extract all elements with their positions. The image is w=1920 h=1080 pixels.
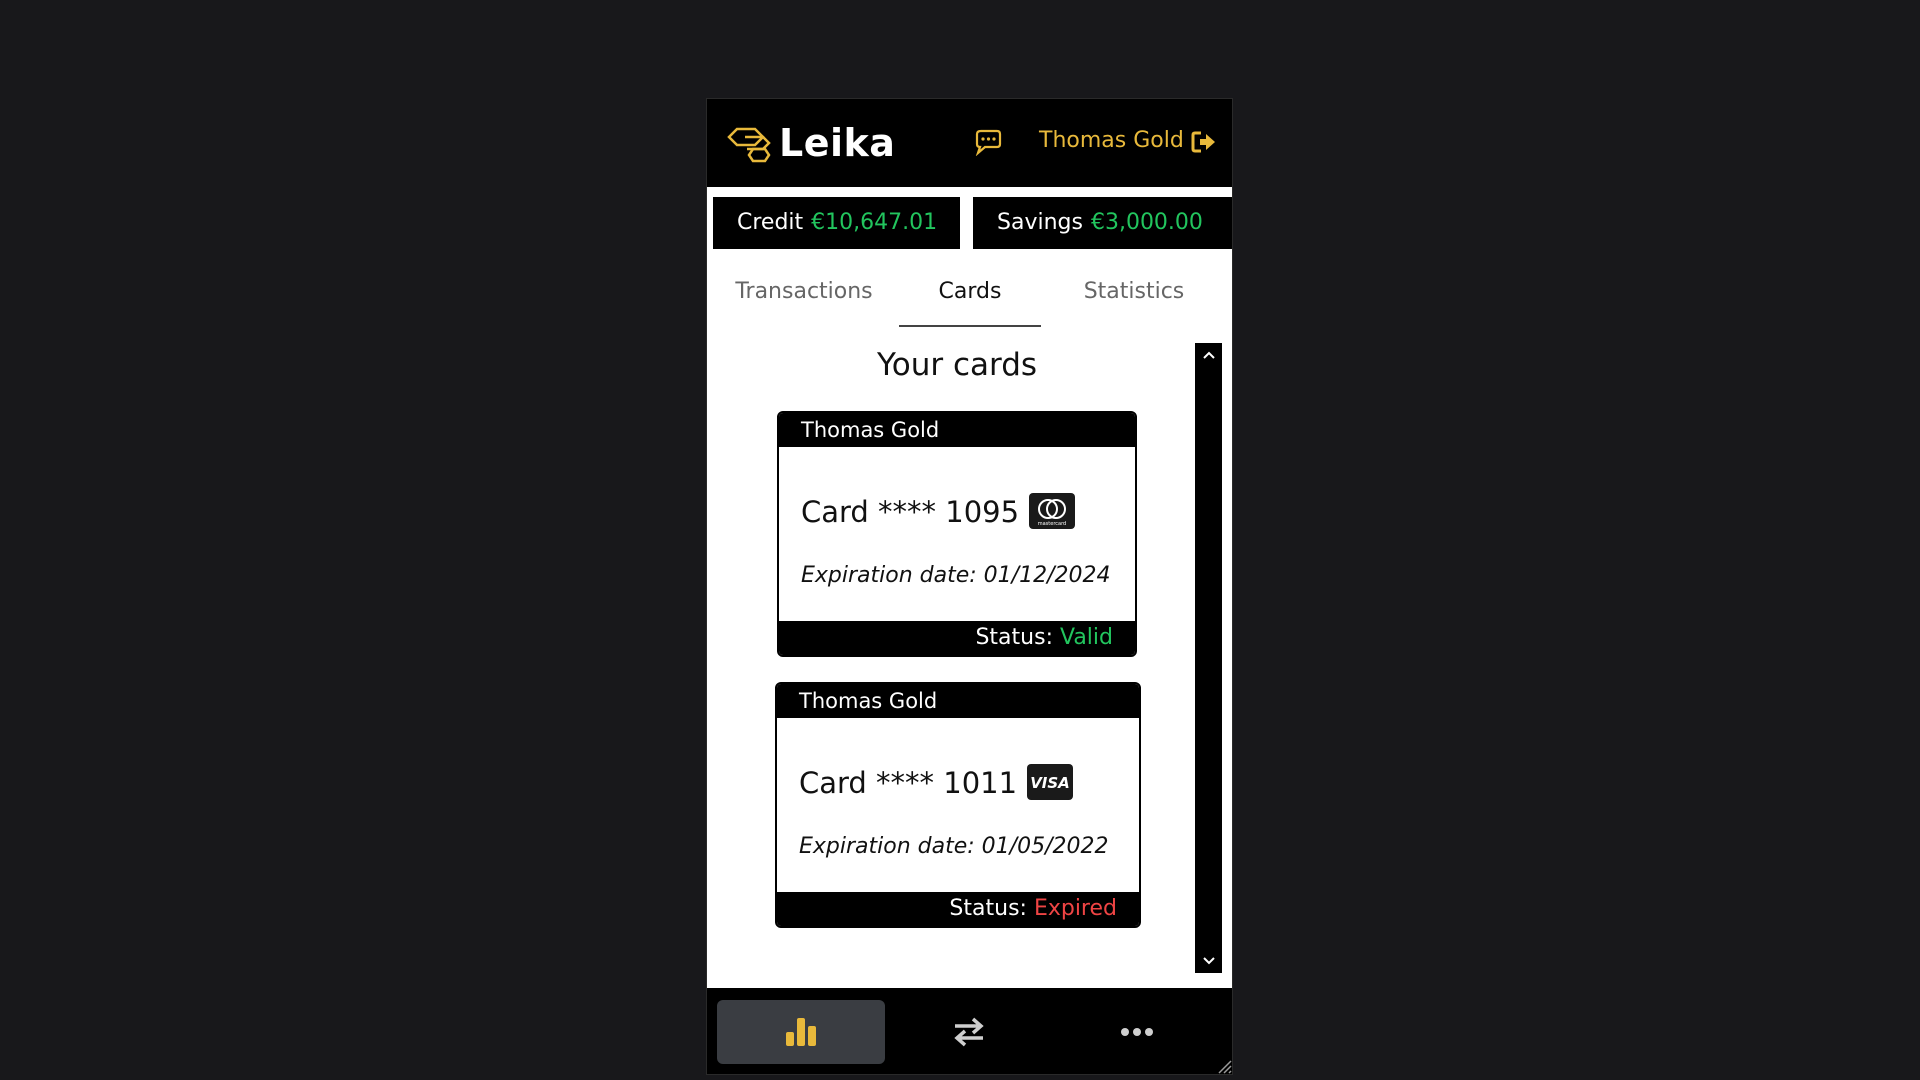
- card-holder: Thomas Gold: [777, 684, 1139, 718]
- card-number: Card **** 1095 mastercard: [801, 493, 1076, 532]
- app-name: Leika: [779, 121, 896, 165]
- credit-amount: €10,647.01: [811, 210, 938, 235]
- card-number-text: Card **** 1095: [801, 495, 1020, 529]
- card-status-label: Status:: [949, 896, 1027, 921]
- nav-statistics-button[interactable]: [717, 1000, 885, 1064]
- credit-balance: Credit €10,647.01: [713, 197, 960, 249]
- visa-icon: VISA: [1027, 764, 1074, 800]
- card-status-value: Expired: [1033, 896, 1117, 921]
- resize-grip-icon[interactable]: [1214, 1056, 1232, 1074]
- tab-transactions[interactable]: Transactions: [719, 279, 889, 327]
- card-number: Card **** 1011 VISA: [799, 764, 1074, 803]
- card-item[interactable]: Thomas Gold Card **** 1011 VISA Expiratio…: [775, 682, 1141, 928]
- app-header: Leika Thomas Gold: [707, 99, 1232, 187]
- savings-balance: Savings €3,000.00: [973, 197, 1232, 249]
- app-window: Leika Thomas Gold Credit €10,647.01 Savin…: [706, 98, 1233, 1075]
- card-status-value: Valid: [1059, 625, 1113, 650]
- bottom-nav: [707, 988, 1232, 1074]
- card-brand-text: VISA: [1030, 774, 1070, 792]
- card-expiration: Expiration date: 01/12/2024: [801, 563, 1111, 588]
- card-number-text: Card **** 1011: [799, 766, 1018, 800]
- scroll-down-icon[interactable]: [1195, 951, 1222, 971]
- mastercard-icon: mastercard: [1029, 493, 1076, 529]
- user-name-link[interactable]: Thomas Gold: [1039, 128, 1184, 153]
- section-title: Your cards: [876, 347, 1038, 383]
- card-holder: Thomas Gold: [779, 413, 1135, 447]
- tab-cards[interactable]: Cards: [899, 279, 1041, 327]
- nav-transfer-button[interactable]: [885, 1000, 1053, 1064]
- credit-label: Credit: [737, 210, 804, 235]
- card-status: Status: Expired: [777, 892, 1139, 926]
- logout-icon[interactable]: [1191, 130, 1217, 154]
- transfer-arrows-icon: [954, 1017, 984, 1047]
- card-expiration: Expiration date: 01/05/2022: [799, 834, 1109, 859]
- savings-label: Savings: [997, 210, 1083, 235]
- cards-scrollbar[interactable]: [1195, 343, 1222, 973]
- card-status-label: Status:: [975, 625, 1053, 650]
- tab-statistics[interactable]: Statistics: [1059, 279, 1209, 327]
- nav-more-button[interactable]: [1053, 1000, 1221, 1064]
- leika-logo-icon: [727, 127, 771, 163]
- card-status: Status: Valid: [779, 621, 1135, 655]
- card-item[interactable]: Thomas Gold Card **** 1095 mastercard Exp…: [777, 411, 1137, 657]
- chat-icon[interactable]: [973, 128, 1003, 156]
- savings-amount: €3,000.00: [1090, 210, 1203, 235]
- more-dots-icon: [1121, 1028, 1153, 1036]
- card-brand-text: mastercard: [1038, 521, 1066, 527]
- scroll-up-icon[interactable]: [1195, 345, 1222, 365]
- bar-chart-icon: [786, 1018, 816, 1046]
